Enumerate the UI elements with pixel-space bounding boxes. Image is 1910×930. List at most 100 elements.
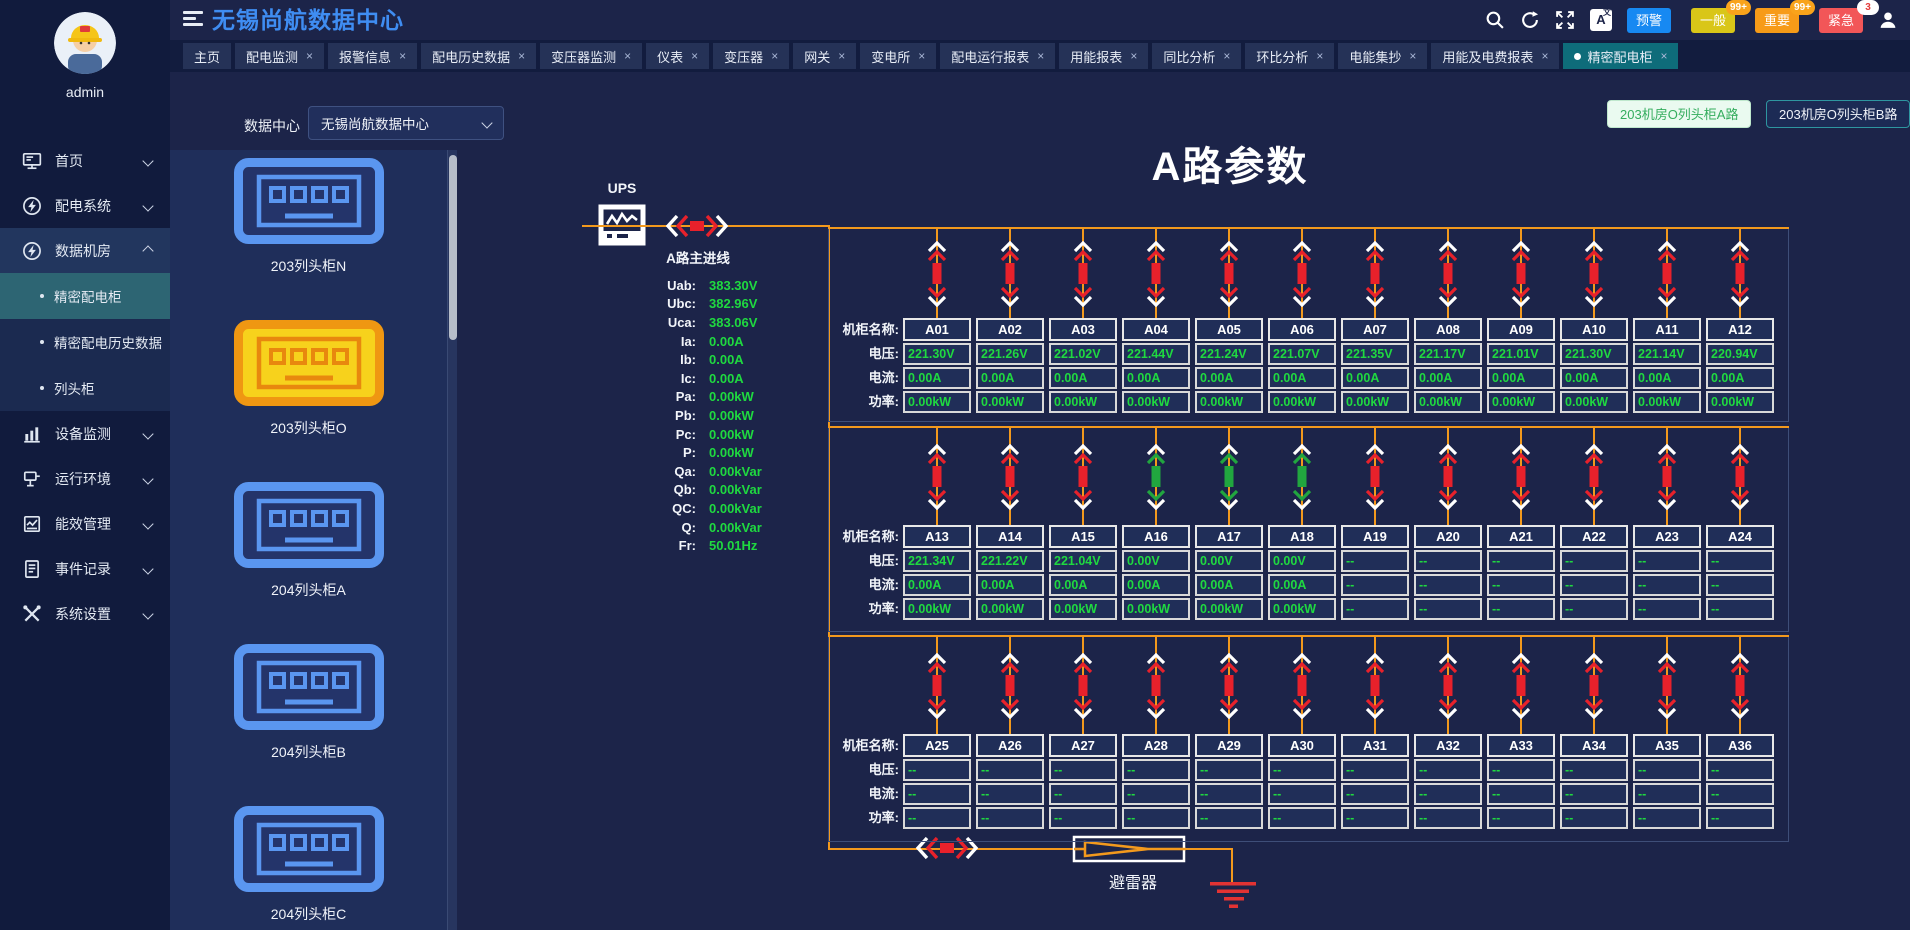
circuit-current: -- bbox=[1122, 783, 1190, 805]
circuit-name: A22 bbox=[1560, 525, 1628, 548]
circuit-table-A32[interactable]: A32------ bbox=[1414, 734, 1482, 831]
username: admin bbox=[0, 84, 170, 100]
circuit-table-A22[interactable]: A22------ bbox=[1560, 525, 1628, 622]
circuit-table-A31[interactable]: A31------ bbox=[1341, 734, 1409, 831]
circuit-table-A12[interactable]: A12220.94V0.00A0.00kW bbox=[1706, 318, 1774, 415]
avatar[interactable] bbox=[54, 12, 116, 74]
circuit-table-A35[interactable]: A35------ bbox=[1633, 734, 1701, 831]
circuit-table-A05[interactable]: A05221.24V0.00A0.00kW bbox=[1195, 318, 1263, 415]
param-key: Pc: bbox=[628, 427, 696, 442]
circuit-name: A12 bbox=[1706, 318, 1774, 341]
circuit-table-A16[interactable]: A160.00V0.00A0.00kW bbox=[1122, 525, 1190, 622]
param-value: 0.00kVar bbox=[709, 482, 762, 497]
circuit-table-A17[interactable]: A170.00V0.00A0.00kW bbox=[1195, 525, 1263, 622]
circuit-table-A03[interactable]: A03221.02V0.00A0.00kW bbox=[1049, 318, 1117, 415]
circuit-table-A15[interactable]: A15221.04V0.00A0.00kW bbox=[1049, 525, 1117, 622]
param-value: 0.00kVar bbox=[709, 501, 762, 516]
sidebar-subitem-精密配电柜[interactable]: 精密配电柜 bbox=[0, 273, 170, 319]
circuit-table-A25[interactable]: A25------ bbox=[903, 734, 971, 831]
bullet-dot bbox=[40, 340, 44, 344]
circuit-current: -- bbox=[1706, 783, 1774, 805]
circuit-table-A04[interactable]: A04221.44V0.00A0.00kW bbox=[1122, 318, 1190, 415]
circuit-table-A09[interactable]: A09221.01V0.00A0.00kW bbox=[1487, 318, 1555, 415]
circuit-voltage: -- bbox=[1487, 550, 1555, 572]
circuit-power: 0.00kW bbox=[903, 598, 971, 620]
param-key: Q: bbox=[628, 520, 696, 535]
circuit-table-A08[interactable]: A08221.17V0.00A0.00kW bbox=[1414, 318, 1482, 415]
arrester-label: 避雷器 bbox=[1088, 869, 1178, 893]
circuit-table-A18[interactable]: A180.00V0.00A0.00kW bbox=[1268, 525, 1336, 622]
circuit-table-A21[interactable]: A21------ bbox=[1487, 525, 1555, 622]
circuit-table-A13[interactable]: A13221.34V0.00A0.00kW bbox=[903, 525, 971, 622]
incoming-param-row: Ubc:382.96V bbox=[628, 295, 762, 314]
param-key: Uca: bbox=[628, 315, 696, 330]
circuit-current: -- bbox=[1268, 783, 1336, 805]
book-icon bbox=[22, 514, 42, 534]
circuit-table-A34[interactable]: A34------ bbox=[1560, 734, 1628, 831]
circuit-voltage: 221.07V bbox=[1268, 343, 1336, 365]
sidebar-item-事件记录[interactable]: 事件记录 bbox=[0, 546, 170, 591]
circuit-power: -- bbox=[1341, 807, 1409, 829]
circuit-table-A33[interactable]: A33------ bbox=[1487, 734, 1555, 831]
breaker-indicator-A09 bbox=[1509, 240, 1533, 308]
home-icon bbox=[22, 151, 42, 171]
circuit-voltage: 221.44V bbox=[1122, 343, 1190, 365]
circuit-table-A06[interactable]: A06221.07V0.00A0.00kW bbox=[1268, 318, 1336, 415]
circuit-power: -- bbox=[1487, 598, 1555, 620]
circuit-power: 0.00kW bbox=[1268, 391, 1336, 413]
circuit-table-A01[interactable]: A01221.30V0.00A0.00kW bbox=[903, 318, 971, 415]
sidebar-item-系统设置[interactable]: 系统设置 bbox=[0, 591, 170, 636]
param-value: 0.00kW bbox=[709, 427, 754, 442]
circuit-table-A27[interactable]: A27------ bbox=[1049, 734, 1117, 831]
circuit-name: A16 bbox=[1122, 525, 1190, 548]
circuit-voltage: -- bbox=[1706, 550, 1774, 572]
circuit-power: -- bbox=[976, 807, 1044, 829]
sidebar-item-运行环境[interactable]: 运行环境 bbox=[0, 456, 170, 501]
sidebar-subitem-精密配电历史数据[interactable]: 精密配电历史数据 bbox=[0, 319, 170, 365]
circuit-table-A07[interactable]: A07221.35V0.00A0.00kW bbox=[1341, 318, 1409, 415]
circuit-table-A24[interactable]: A24------ bbox=[1706, 525, 1774, 622]
breaker-indicator-A33 bbox=[1509, 652, 1533, 720]
sidebar-item-设备监测[interactable]: 设备监测 bbox=[0, 411, 170, 456]
breaker-indicator-A15 bbox=[1071, 443, 1095, 511]
circuit-table-A14[interactable]: A14221.22V0.00A0.00kW bbox=[976, 525, 1044, 622]
circuit-table-A28[interactable]: A28------ bbox=[1122, 734, 1190, 831]
chevron-down-icon bbox=[142, 155, 153, 166]
circuit-current: 0.00A bbox=[903, 574, 971, 596]
circuit-table-A23[interactable]: A23------ bbox=[1633, 525, 1701, 622]
circuit-table-A20[interactable]: A20------ bbox=[1414, 525, 1482, 622]
incoming-param-row: Pc: 0.00kW bbox=[628, 425, 762, 444]
incoming-param-row: Q:0.00kVar bbox=[628, 518, 762, 537]
circuit-current: 0.00A bbox=[976, 574, 1044, 596]
chevron-up-icon bbox=[142, 245, 153, 256]
sidebar-item-首页[interactable]: 首页 bbox=[0, 138, 170, 183]
circuit-table-A10[interactable]: A10221.30V0.00A0.00kW bbox=[1560, 318, 1628, 415]
circuit-power: 0.00kW bbox=[1341, 391, 1409, 413]
sidebar-item-能效管理[interactable]: 能效管理 bbox=[0, 501, 170, 546]
breaker-indicator-A17 bbox=[1217, 443, 1241, 511]
circuit-power: -- bbox=[1268, 807, 1336, 829]
app-root: admin 首页配电系统数据机房精密配电柜精密配电历史数据列头柜设备监测运行环境… bbox=[0, 0, 1910, 930]
circuit-voltage: 0.00V bbox=[1195, 550, 1263, 572]
circuit-table-A36[interactable]: A36------ bbox=[1706, 734, 1774, 831]
param-value: 0.00kW bbox=[709, 445, 754, 460]
circuit-table-A19[interactable]: A19------ bbox=[1341, 525, 1409, 622]
diagram-title: A路参数 bbox=[1080, 134, 1380, 192]
sidebar-subitem-列头柜[interactable]: 列头柜 bbox=[0, 365, 170, 411]
circuit-name: A05 bbox=[1195, 318, 1263, 341]
param-key: Ic: bbox=[628, 371, 696, 386]
circuit-name: A19 bbox=[1341, 525, 1409, 548]
sidebar-item-配电系统[interactable]: 配电系统 bbox=[0, 183, 170, 228]
circuit-table-A11[interactable]: A11221.14V0.00A0.00kW bbox=[1633, 318, 1701, 415]
circuit-name: A13 bbox=[903, 525, 971, 548]
param-value: 0.00A bbox=[709, 352, 744, 367]
circuit-table-A30[interactable]: A30------ bbox=[1268, 734, 1336, 831]
circuit-table-A02[interactable]: A02221.26V0.00A0.00kW bbox=[976, 318, 1044, 415]
circuit-current: -- bbox=[1341, 783, 1409, 805]
circuit-table-A29[interactable]: A29------ bbox=[1195, 734, 1263, 831]
circuit-current: -- bbox=[1560, 574, 1628, 596]
sidebar-item-数据机房[interactable]: 数据机房 bbox=[0, 228, 170, 273]
ground-drop-line bbox=[1231, 850, 1233, 883]
circuit-table-A26[interactable]: A26------ bbox=[976, 734, 1044, 831]
circuit-voltage: 221.02V bbox=[1049, 343, 1117, 365]
